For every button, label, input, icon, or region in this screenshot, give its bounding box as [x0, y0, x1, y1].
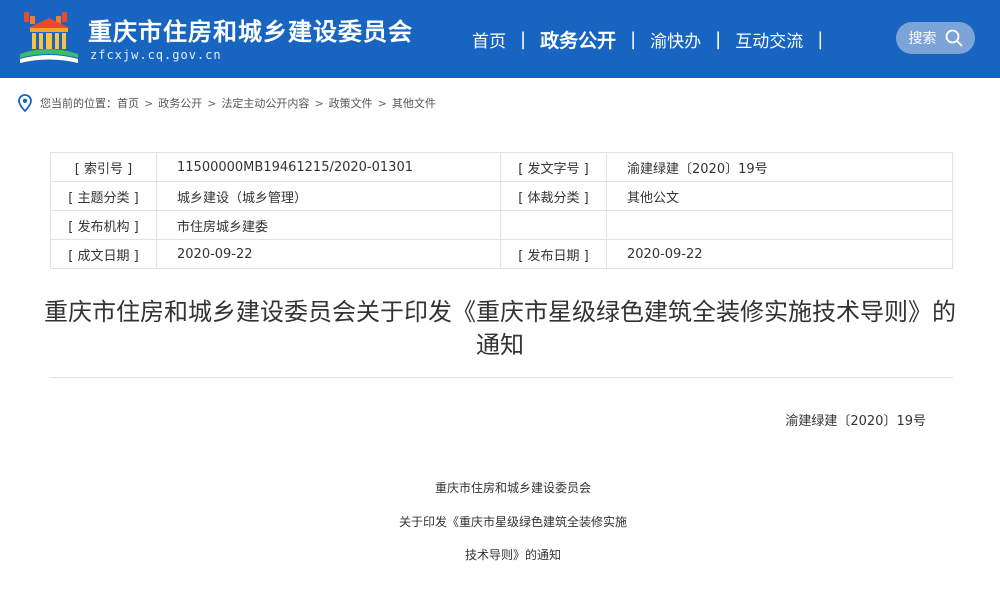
nav-government-affairs[interactable]: 政务公开: [526, 26, 630, 53]
nav-home[interactable]: 首页: [458, 27, 520, 52]
nav-yukuaiban[interactable]: 渝快办: [636, 27, 715, 52]
written-date-label: [ 成文日期 ]: [50, 239, 157, 269]
search-button[interactable]: 搜索: [896, 22, 975, 54]
genre-category-value: 其他公文: [606, 181, 953, 211]
breadcrumb-other-documents[interactable]: 其他文件: [392, 95, 436, 111]
doc-number-value: 渝建绿建〔2020〕19号: [606, 152, 953, 182]
table-row: [ 发布机构 ] 市住房城乡建委: [50, 210, 953, 240]
empty-cell: [606, 210, 953, 240]
topic-category-value: 城乡建设（城乡管理）: [156, 181, 501, 211]
document-title-line2: 通知: [476, 331, 524, 359]
main-nav: 首页 | 政务公开 | 渝快办 | 互动交流 |: [458, 26, 823, 52]
breadcrumb-separator: >: [207, 96, 217, 110]
doc-number-label: [ 发文字号 ]: [500, 152, 607, 182]
body-line: 技术导则》的通知: [464, 548, 561, 562]
publisher-label: [ 发布机构 ]: [50, 210, 157, 240]
nav-separator: |: [817, 28, 824, 50]
document-info-table: [ 索引号 ] 11500000MB19461215/2020-01301 [ …: [50, 152, 953, 269]
table-row: [ 索引号 ] 11500000MB19461215/2020-01301 [ …: [50, 152, 953, 182]
document-title-line1: 重庆市住房和城乡建设委员会关于印发《重庆市星级绿色建筑全装修实施技术导则》的: [44, 298, 956, 326]
publisher-value: 市住房城乡建委: [156, 210, 501, 240]
body-line: 关于印发《重庆市星级绿色建筑全装修实施: [398, 515, 627, 529]
site-domain: zfcxjw.cq.gov.cn: [90, 48, 222, 62]
written-date-value: 2020-09-22: [156, 239, 501, 269]
search-label: 搜索: [908, 31, 937, 47]
site-header: 重庆市住房和城乡建设委员会 zfcxjw.cq.gov.cn 首页 | 政务公开…: [0, 0, 1000, 78]
index-number-value: 11500000MB19461215/2020-01301: [156, 152, 501, 182]
breadcrumb-prefix: 您当前的位置：: [40, 97, 117, 110]
breadcrumb-separator: >: [377, 96, 387, 110]
nav-interaction[interactable]: 互动交流: [721, 27, 817, 52]
topic-category-label: [ 主题分类 ]: [50, 181, 157, 211]
location-pin-icon: [18, 94, 32, 112]
breadcrumb-government-affairs[interactable]: 政务公开: [158, 95, 202, 111]
publish-date-value: 2020-09-22: [606, 239, 953, 269]
logo-icon[interactable]: [16, 10, 82, 66]
table-row: [ 成文日期 ] 2020-09-22 [ 发布日期 ] 2020-09-22: [50, 239, 953, 269]
document-title: 重庆市住房和城乡建设委员会关于印发《重庆市星级绿色建筑全装修实施技术导则》的 通…: [30, 296, 970, 362]
breadcrumb-separator: >: [144, 96, 154, 110]
breadcrumb-separator: >: [314, 96, 324, 110]
breadcrumb-policy-documents[interactable]: 政策文件: [329, 95, 373, 111]
breadcrumb-statutory-disclosure[interactable]: 法定主动公开内容: [221, 95, 309, 111]
empty-cell: [500, 210, 607, 240]
table-row: [ 主题分类 ] 城乡建设（城乡管理） [ 体裁分类 ] 其他公文: [50, 181, 953, 211]
breadcrumb: 您当前的位置： 首页 > 政务公开 > 法定主动公开内容 > 政策文件 > 其他…: [18, 93, 436, 113]
site-title[interactable]: 重庆市住房和城乡建设委员会: [88, 12, 413, 47]
title-divider: [50, 377, 953, 378]
publish-date-label: [ 发布日期 ]: [500, 239, 607, 269]
document-number: 渝建绿建〔2020〕19号: [785, 414, 926, 429]
breadcrumb-home[interactable]: 首页: [117, 95, 139, 111]
index-number-label: [ 索引号 ]: [50, 152, 157, 182]
search-icon: [945, 29, 962, 47]
genre-category-label: [ 体裁分类 ]: [500, 181, 607, 211]
body-line: 重庆市住房和城乡建设委员会: [434, 481, 591, 495]
